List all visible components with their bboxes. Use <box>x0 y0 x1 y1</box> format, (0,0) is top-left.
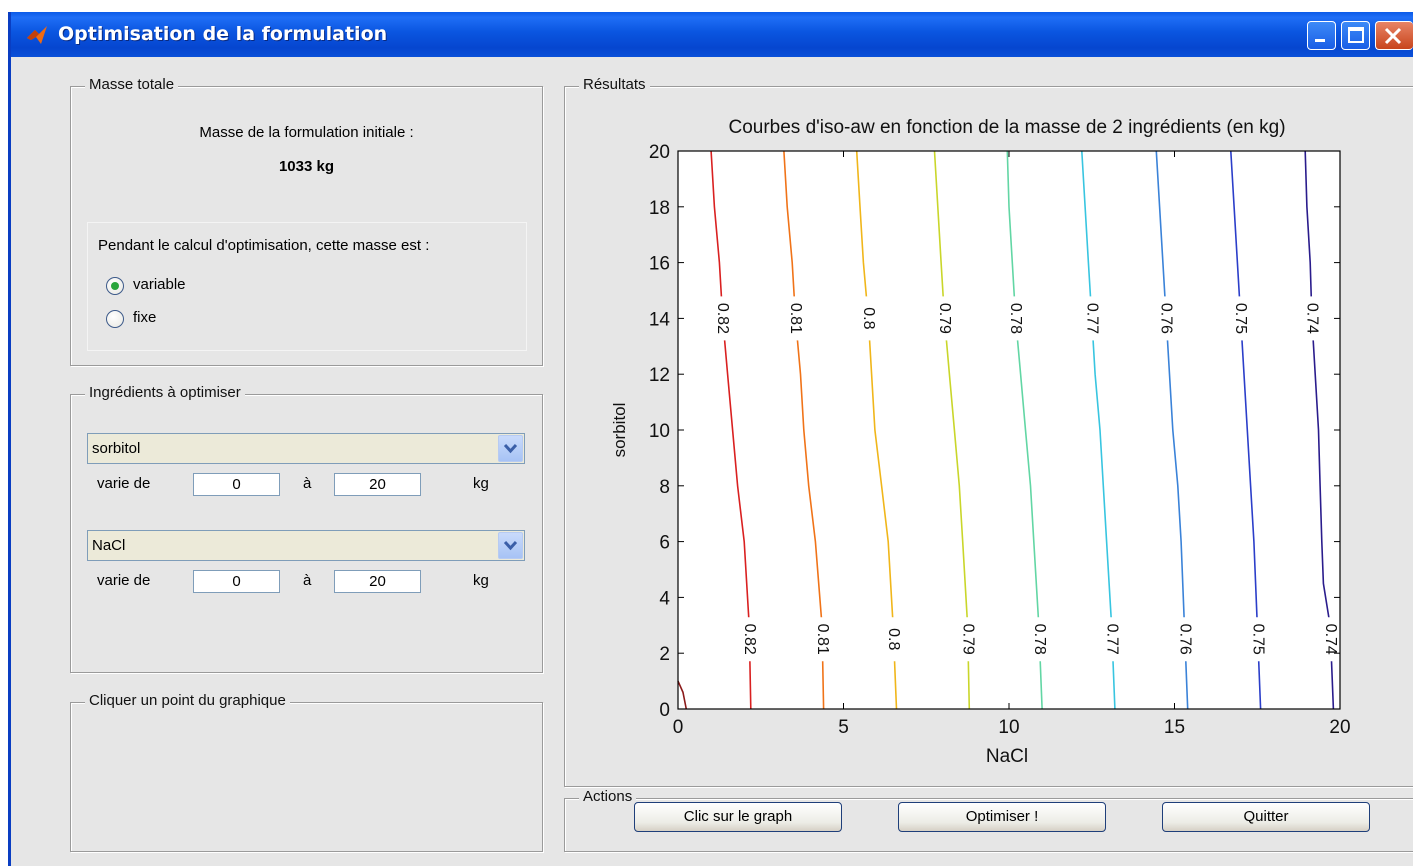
contour-label-0.75: 0.75 <box>1232 303 1249 334</box>
y-tick-label: 2 <box>659 644 670 665</box>
contour-label-0.76: 0.76 <box>1176 624 1193 655</box>
contour-label-0.82: 0.82 <box>741 624 758 655</box>
x-tick-label: 15 <box>1164 717 1185 738</box>
y-tick-label: 14 <box>649 309 671 330</box>
contour-label-0.78: 0.78 <box>1031 624 1048 655</box>
contour-label-0.77: 0.77 <box>1083 303 1100 334</box>
contour-label-0.81: 0.81 <box>787 303 804 334</box>
contour-label-0.81: 0.81 <box>814 624 831 655</box>
contour-label-0.76: 0.76 <box>1158 303 1175 334</box>
y-axis-label: sorbitol <box>610 403 629 458</box>
y-tick-label: 4 <box>659 588 670 609</box>
contour-label-0.78: 0.78 <box>1007 303 1024 334</box>
contour-label-0.8: 0.8 <box>860 307 877 329</box>
x-tick-label: 10 <box>998 717 1019 738</box>
y-tick-label: 10 <box>649 421 670 442</box>
x-tick-label: 0 <box>673 717 684 738</box>
y-tick-label: 6 <box>659 533 670 554</box>
chart-title: Courbes d'iso-aw en fonction de la masse… <box>728 117 1285 138</box>
contour-label-0.79: 0.79 <box>959 624 976 655</box>
contour-label-0.74: 0.74 <box>1303 303 1320 334</box>
contour-chart[interactable]: Courbes d'iso-aw en fonction de la masse… <box>0 0 1413 866</box>
y-tick-label: 16 <box>649 254 670 275</box>
y-tick-label: 18 <box>649 198 670 219</box>
contour-label-0.77: 0.77 <box>1104 624 1121 655</box>
y-tick-label: 8 <box>659 477 670 498</box>
x-tick-label: 5 <box>838 717 849 738</box>
contour-label-0.74: 0.74 <box>1322 624 1339 655</box>
y-tick-label: 0 <box>659 700 670 721</box>
contour-label-0.8: 0.8 <box>885 628 902 650</box>
plot-area[interactable] <box>678 151 1340 709</box>
contour-label-0.82: 0.82 <box>714 303 731 334</box>
contour-label-0.75: 0.75 <box>1249 624 1266 655</box>
x-axis-label: NaCl <box>986 746 1028 767</box>
y-tick-label: 12 <box>649 365 670 386</box>
y-tick-label: 20 <box>649 142 670 163</box>
contour-label-0.79: 0.79 <box>936 303 953 334</box>
x-tick-label: 20 <box>1329 717 1350 738</box>
